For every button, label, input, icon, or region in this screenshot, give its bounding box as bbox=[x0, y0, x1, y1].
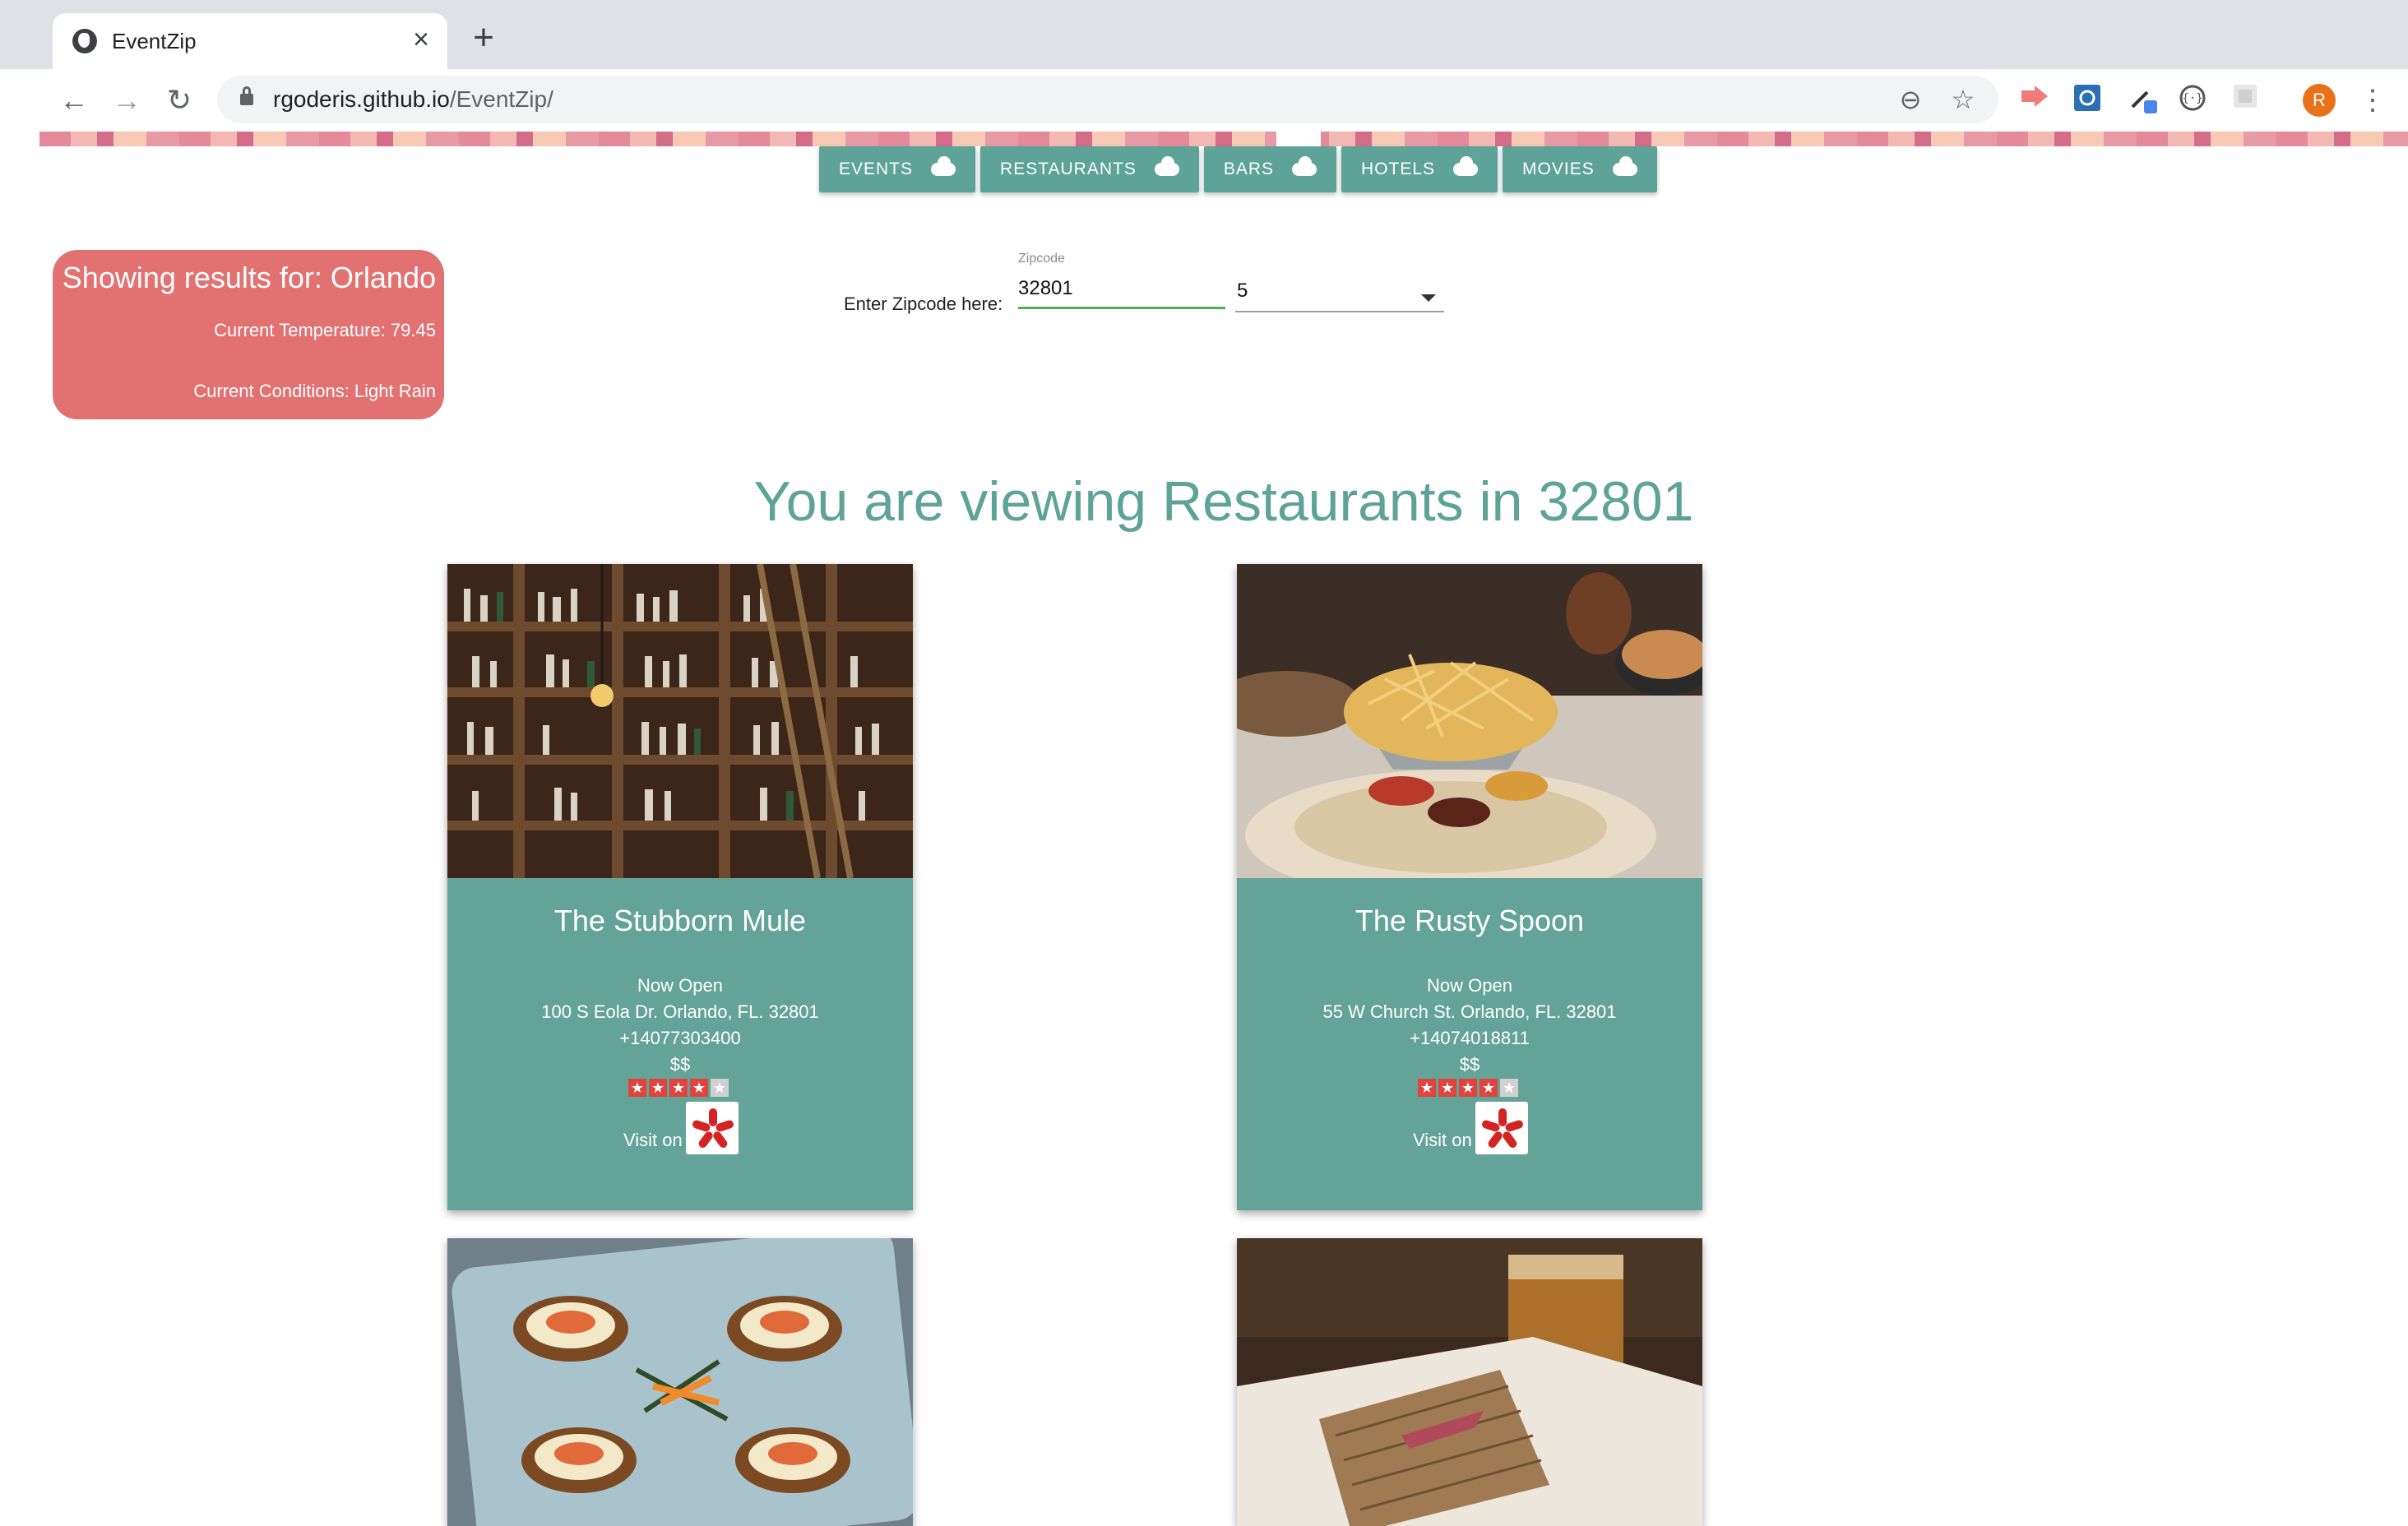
zoom-icon[interactable]: ⊖ bbox=[1895, 84, 1926, 115]
svg-text:{·}: {·} bbox=[2182, 92, 2202, 105]
cloud-icon bbox=[1453, 156, 1479, 176]
star-icon bbox=[690, 1079, 708, 1097]
open-status: Now Open bbox=[1427, 975, 1512, 996]
weather-conditions: Current Conditions: Light Rain bbox=[193, 381, 436, 401]
extension-screen-icon[interactable] bbox=[2071, 84, 2104, 117]
restaurant-card: The Rusty Spoon Now Open 55 W Church St.… bbox=[1237, 564, 1702, 1210]
url-domain: rgoderis.github.io bbox=[273, 86, 450, 112]
restaurant-address: 55 W Church St. Orlando, FL. 32801 bbox=[1322, 1001, 1617, 1022]
restaurant-phone: +14077303400 bbox=[619, 1028, 741, 1048]
hotels-button[interactable]: HOTELS bbox=[1341, 146, 1498, 192]
bars-button-label: BARS bbox=[1223, 160, 1275, 178]
weather-location-title: Showing results for: Orlando bbox=[62, 261, 436, 294]
yelp-logo-icon[interactable] bbox=[1475, 1102, 1528, 1154]
fries-plate-photo bbox=[1237, 564, 1702, 878]
restaurants-button[interactable]: RESTAURANTS bbox=[980, 146, 1199, 192]
visit-label: Visit on bbox=[1413, 1130, 1472, 1150]
star-rating bbox=[1418, 1079, 1518, 1097]
category-nav: EVENTS RESTAURANTS BARS HOTELS MOVIES bbox=[819, 146, 1657, 192]
extension-eyedropper-icon[interactable] bbox=[2127, 84, 2160, 117]
weather-card: Showing results for: Orlando Current Tem… bbox=[53, 250, 444, 419]
restaurant-address: 100 S Eola Dr. Orlando, FL. 32801 bbox=[541, 1001, 819, 1022]
star-rating bbox=[628, 1079, 729, 1097]
bars-button[interactable]: BARS bbox=[1203, 146, 1337, 192]
close-tab-icon[interactable]: × bbox=[406, 25, 436, 54]
star-icon bbox=[1480, 1079, 1498, 1097]
price-level: $$ bbox=[1459, 1054, 1480, 1075]
cloud-icon bbox=[1292, 156, 1317, 176]
star-empty-icon bbox=[711, 1079, 729, 1097]
radius-value: 5 bbox=[1237, 280, 1248, 302]
cloud-icon bbox=[931, 156, 956, 176]
forward-arrow-icon[interactable]: → bbox=[110, 84, 143, 117]
globe-icon bbox=[72, 29, 97, 53]
star-icon bbox=[669, 1079, 688, 1097]
zipcode-input[interactable] bbox=[1018, 270, 1225, 309]
cloud-icon bbox=[1612, 156, 1637, 176]
browser-menu-icon[interactable]: ⋮ bbox=[2359, 82, 2387, 118]
yelp-logo-icon[interactable] bbox=[686, 1102, 739, 1154]
restaurant-phone: +14074018811 bbox=[1410, 1028, 1530, 1048]
bar-shelves-photo bbox=[447, 564, 913, 878]
star-icon bbox=[1459, 1079, 1477, 1097]
open-status: Now Open bbox=[637, 975, 723, 996]
url-path: /EventZip/ bbox=[449, 86, 553, 112]
profile-avatar[interactable]: R bbox=[2303, 84, 2336, 117]
cloud-icon bbox=[1154, 156, 1179, 176]
header-banner-gap bbox=[1276, 132, 1321, 146]
restaurant-name: The Rusty Spoon bbox=[1354, 904, 1585, 937]
movies-button[interactable]: MOVIES bbox=[1503, 146, 1657, 192]
visit-label: Visit on bbox=[623, 1130, 683, 1150]
lock-icon[interactable] bbox=[240, 86, 253, 105]
zipcode-prompt: Enter Zipcode here: bbox=[844, 294, 1003, 314]
zipcode-field-label: Zipcode bbox=[1018, 252, 1065, 266]
star-icon bbox=[649, 1079, 667, 1097]
restaurant-card bbox=[447, 1238, 913, 1526]
weather-temperature: Current Temperature: 79.45 bbox=[214, 320, 436, 340]
hotels-button-label: HOTELS bbox=[1361, 160, 1436, 178]
movies-button-label: MOVIES bbox=[1522, 160, 1595, 178]
restaurants-button-label: RESTAURANTS bbox=[1000, 160, 1137, 178]
extension-grid-icon[interactable] bbox=[2229, 84, 2262, 117]
radius-select[interactable]: 5 bbox=[1235, 270, 1444, 312]
star-empty-icon bbox=[1500, 1079, 1518, 1097]
star-icon bbox=[1418, 1079, 1436, 1097]
restaurant-name: The Stubborn Mule bbox=[553, 904, 807, 937]
results-heading: You are viewing Restaurants in 32801 bbox=[753, 470, 1694, 533]
address-bar[interactable]: rgoderis.github.io/EventZip/ ⊖ ☆ bbox=[217, 76, 1998, 123]
url-text[interactable]: rgoderis.github.io/EventZip/ bbox=[273, 86, 553, 113]
new-tab-icon[interactable]: + bbox=[465, 20, 502, 58]
bookmark-star-icon[interactable]: ☆ bbox=[1947, 84, 1979, 115]
extension-arrow-icon[interactable] bbox=[2018, 84, 2051, 117]
restaurant-card-body: The Rusty Spoon Now Open 55 W Church St.… bbox=[1237, 878, 1702, 1210]
events-button[interactable]: EVENTS bbox=[819, 146, 976, 192]
restaurant-card: The Stubborn Mule Now Open 100 S Eola Dr… bbox=[447, 564, 913, 1210]
star-icon bbox=[1438, 1079, 1456, 1097]
restaurant-card bbox=[1237, 1238, 1702, 1526]
extension-code-icon[interactable]: {·} bbox=[2176, 84, 2209, 117]
events-button-label: EVENTS bbox=[839, 160, 914, 178]
caret-down-icon bbox=[1421, 294, 1436, 302]
sandwich-beer-photo bbox=[1237, 1238, 1702, 1526]
header-banner-strip bbox=[39, 132, 2408, 146]
page-content: EVENTS RESTAURANTS BARS HOTELS MOVIES Sh… bbox=[39, 132, 2408, 1526]
star-icon bbox=[628, 1079, 646, 1097]
browser-tab[interactable]: EventZip × bbox=[53, 13, 447, 69]
price-level: $$ bbox=[669, 1054, 691, 1075]
browser-tab-strip: EventZip × + bbox=[0, 0, 2408, 69]
restaurant-card-body: The Stubborn Mule Now Open 100 S Eola Dr… bbox=[447, 878, 913, 1210]
back-arrow-icon[interactable]: ← bbox=[58, 84, 90, 117]
tab-title: EventZip bbox=[112, 29, 197, 53]
reload-icon[interactable]: ↻ bbox=[163, 84, 196, 117]
deviled-eggs-plate-photo bbox=[447, 1238, 913, 1526]
